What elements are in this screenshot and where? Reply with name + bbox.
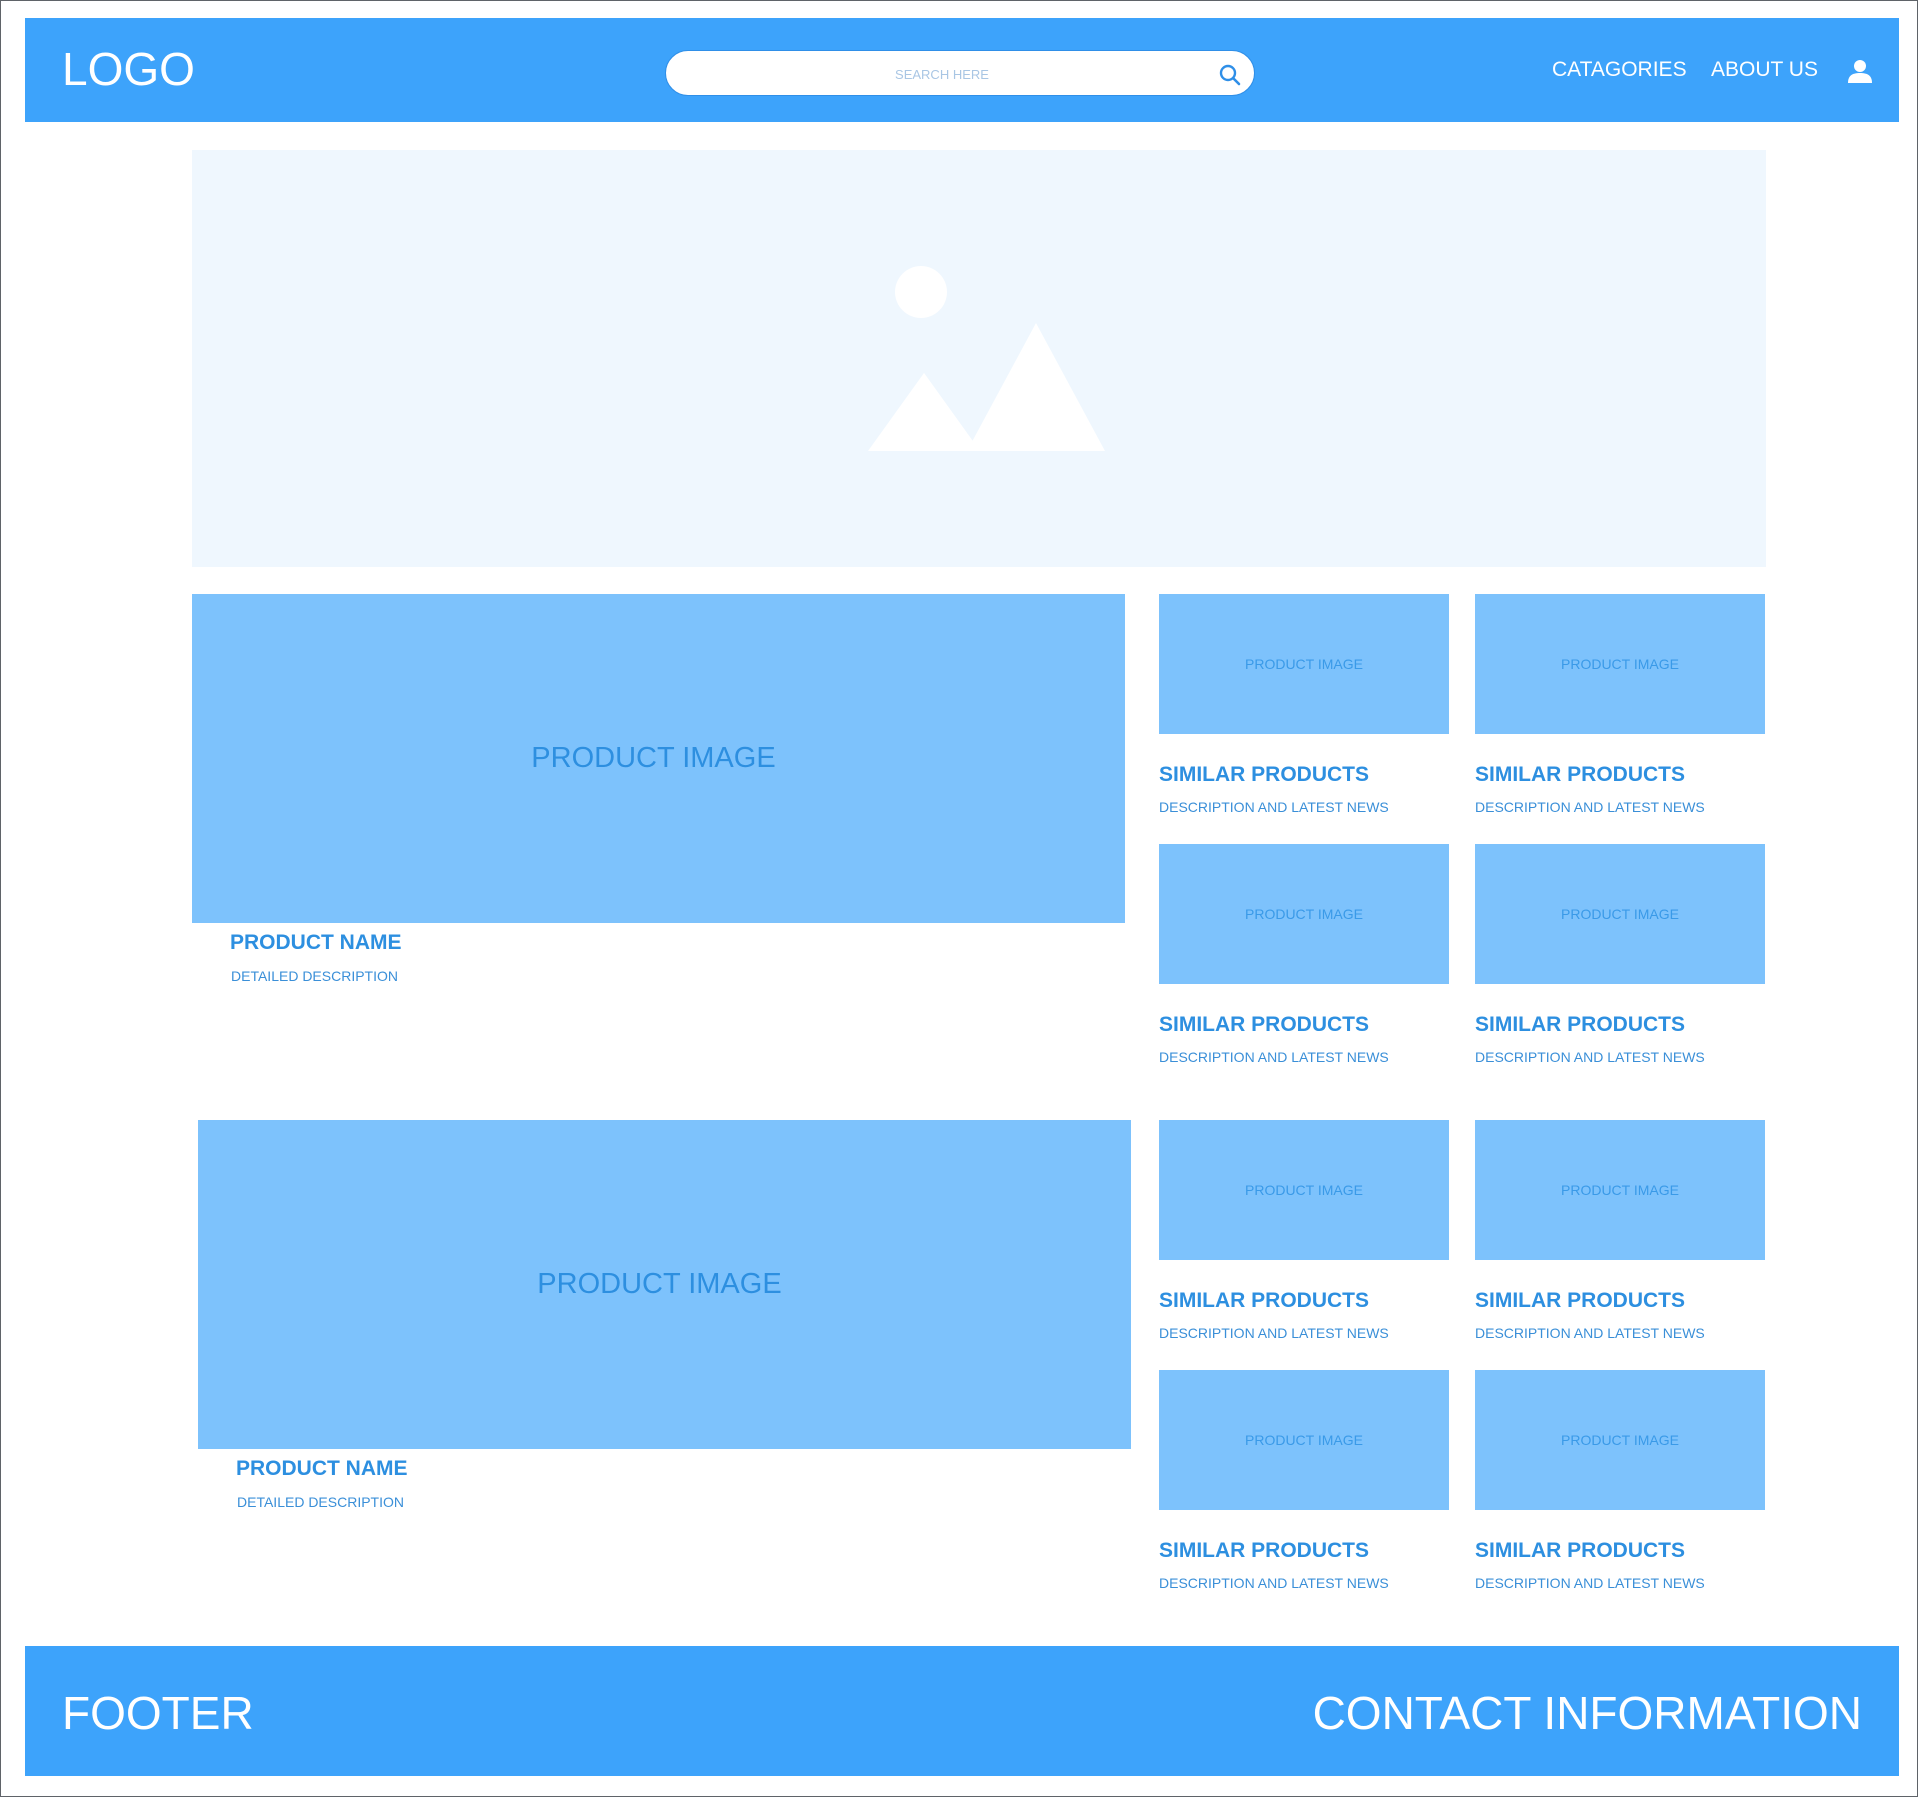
product-image-label: PRODUCT IMAGE	[531, 742, 776, 774]
similar-product-description: DESCRIPTION AND LATEST NEWS	[1475, 1049, 1705, 1065]
similar-product-image[interactable]: PRODUCT IMAGE	[1159, 594, 1449, 734]
similar-product-card[interactable]: PRODUCT IMAGE SIMILAR PRODUCTS DESCRIPTI…	[1159, 1120, 1449, 1341]
footer-bar: FOOTER CONTACT INFORMATION	[25, 1646, 1899, 1776]
nav-about-us[interactable]: ABOUT US	[1711, 58, 1818, 82]
similar-product-image-label: PRODUCT IMAGE	[1245, 906, 1363, 922]
similar-product-image-label: PRODUCT IMAGE	[1245, 1182, 1363, 1198]
nav-categories[interactable]: CATAGORIES	[1552, 58, 1687, 82]
similar-product-title[interactable]: SIMILAR PRODUCTS	[1475, 1013, 1765, 1037]
image-placeholder-icon	[868, 266, 1105, 451]
similar-product-title[interactable]: SIMILAR PRODUCTS	[1159, 1013, 1449, 1037]
similar-product-title[interactable]: SIMILAR PRODUCTS	[1475, 1539, 1765, 1563]
similar-product-description: DESCRIPTION AND LATEST NEWS	[1159, 1575, 1389, 1591]
similar-product-title[interactable]: SIMILAR PRODUCTS	[1159, 1539, 1449, 1563]
similar-product-card[interactable]: PRODUCT IMAGE SIMILAR PRODUCTS DESCRIPTI…	[1159, 1370, 1449, 1591]
hero-banner	[192, 150, 1766, 567]
similar-product-image[interactable]: PRODUCT IMAGE	[1159, 844, 1449, 984]
similar-product-card[interactable]: PRODUCT IMAGE SIMILAR PRODUCTS DESCRIPTI…	[1475, 594, 1765, 815]
product-description: DETAILED DESCRIPTION	[231, 968, 398, 984]
product-name[interactable]: PRODUCT NAME	[236, 1457, 408, 1481]
similar-product-title[interactable]: SIMILAR PRODUCTS	[1159, 1289, 1449, 1313]
similar-product-card[interactable]: PRODUCT IMAGE SIMILAR PRODUCTS DESCRIPTI…	[1475, 1370, 1765, 1591]
footer-label: FOOTER	[62, 1687, 254, 1739]
similar-product-description: DESCRIPTION AND LATEST NEWS	[1159, 799, 1389, 815]
similar-product-description: DESCRIPTION AND LATEST NEWS	[1475, 799, 1705, 815]
similar-product-image[interactable]: PRODUCT IMAGE	[1159, 1370, 1449, 1510]
similar-product-card[interactable]: PRODUCT IMAGE SIMILAR PRODUCTS DESCRIPTI…	[1159, 594, 1449, 815]
product-name[interactable]: PRODUCT NAME	[230, 931, 402, 955]
similar-product-image[interactable]: PRODUCT IMAGE	[1475, 1370, 1765, 1510]
similar-product-title[interactable]: SIMILAR PRODUCTS	[1475, 763, 1765, 787]
similar-product-image-label: PRODUCT IMAGE	[1561, 1182, 1679, 1198]
search-box[interactable]	[665, 50, 1255, 96]
contact-information[interactable]: CONTACT INFORMATION	[1313, 1690, 1862, 1736]
search-icon[interactable]	[1218, 63, 1242, 87]
similar-product-image-label: PRODUCT IMAGE	[1561, 656, 1679, 672]
logo[interactable]: LOGO	[62, 46, 195, 92]
similar-product-image[interactable]: PRODUCT IMAGE	[1475, 844, 1765, 984]
similar-product-title[interactable]: SIMILAR PRODUCTS	[1159, 763, 1449, 787]
product-image[interactable]: PRODUCT IMAGE	[198, 1120, 1131, 1449]
similar-product-description: DESCRIPTION AND LATEST NEWS	[1475, 1575, 1705, 1591]
search-input[interactable]	[690, 59, 1194, 89]
similar-product-image[interactable]: PRODUCT IMAGE	[1159, 1120, 1449, 1260]
similar-product-image[interactable]: PRODUCT IMAGE	[1475, 1120, 1765, 1260]
similar-product-description: DESCRIPTION AND LATEST NEWS	[1159, 1049, 1389, 1065]
product-image[interactable]: PRODUCT IMAGE	[192, 594, 1125, 923]
similar-product-description: DESCRIPTION AND LATEST NEWS	[1159, 1325, 1389, 1341]
similar-product-card[interactable]: PRODUCT IMAGE SIMILAR PRODUCTS DESCRIPTI…	[1159, 844, 1449, 1065]
product-description: DETAILED DESCRIPTION	[237, 1494, 404, 1510]
header-bar: LOGO CATAGORIES ABOUT US	[25, 18, 1899, 122]
similar-product-image[interactable]: PRODUCT IMAGE	[1475, 594, 1765, 734]
similar-product-image-label: PRODUCT IMAGE	[1245, 1432, 1363, 1448]
similar-product-title[interactable]: SIMILAR PRODUCTS	[1475, 1289, 1765, 1313]
similar-product-image-label: PRODUCT IMAGE	[1561, 906, 1679, 922]
similar-product-image-label: PRODUCT IMAGE	[1561, 1432, 1679, 1448]
product-image-label: PRODUCT IMAGE	[537, 1268, 782, 1300]
user-icon[interactable]	[1847, 58, 1873, 84]
similar-product-card[interactable]: PRODUCT IMAGE SIMILAR PRODUCTS DESCRIPTI…	[1475, 844, 1765, 1065]
similar-product-description: DESCRIPTION AND LATEST NEWS	[1475, 1325, 1705, 1341]
similar-product-card[interactable]: PRODUCT IMAGE SIMILAR PRODUCTS DESCRIPTI…	[1475, 1120, 1765, 1341]
similar-product-image-label: PRODUCT IMAGE	[1245, 656, 1363, 672]
